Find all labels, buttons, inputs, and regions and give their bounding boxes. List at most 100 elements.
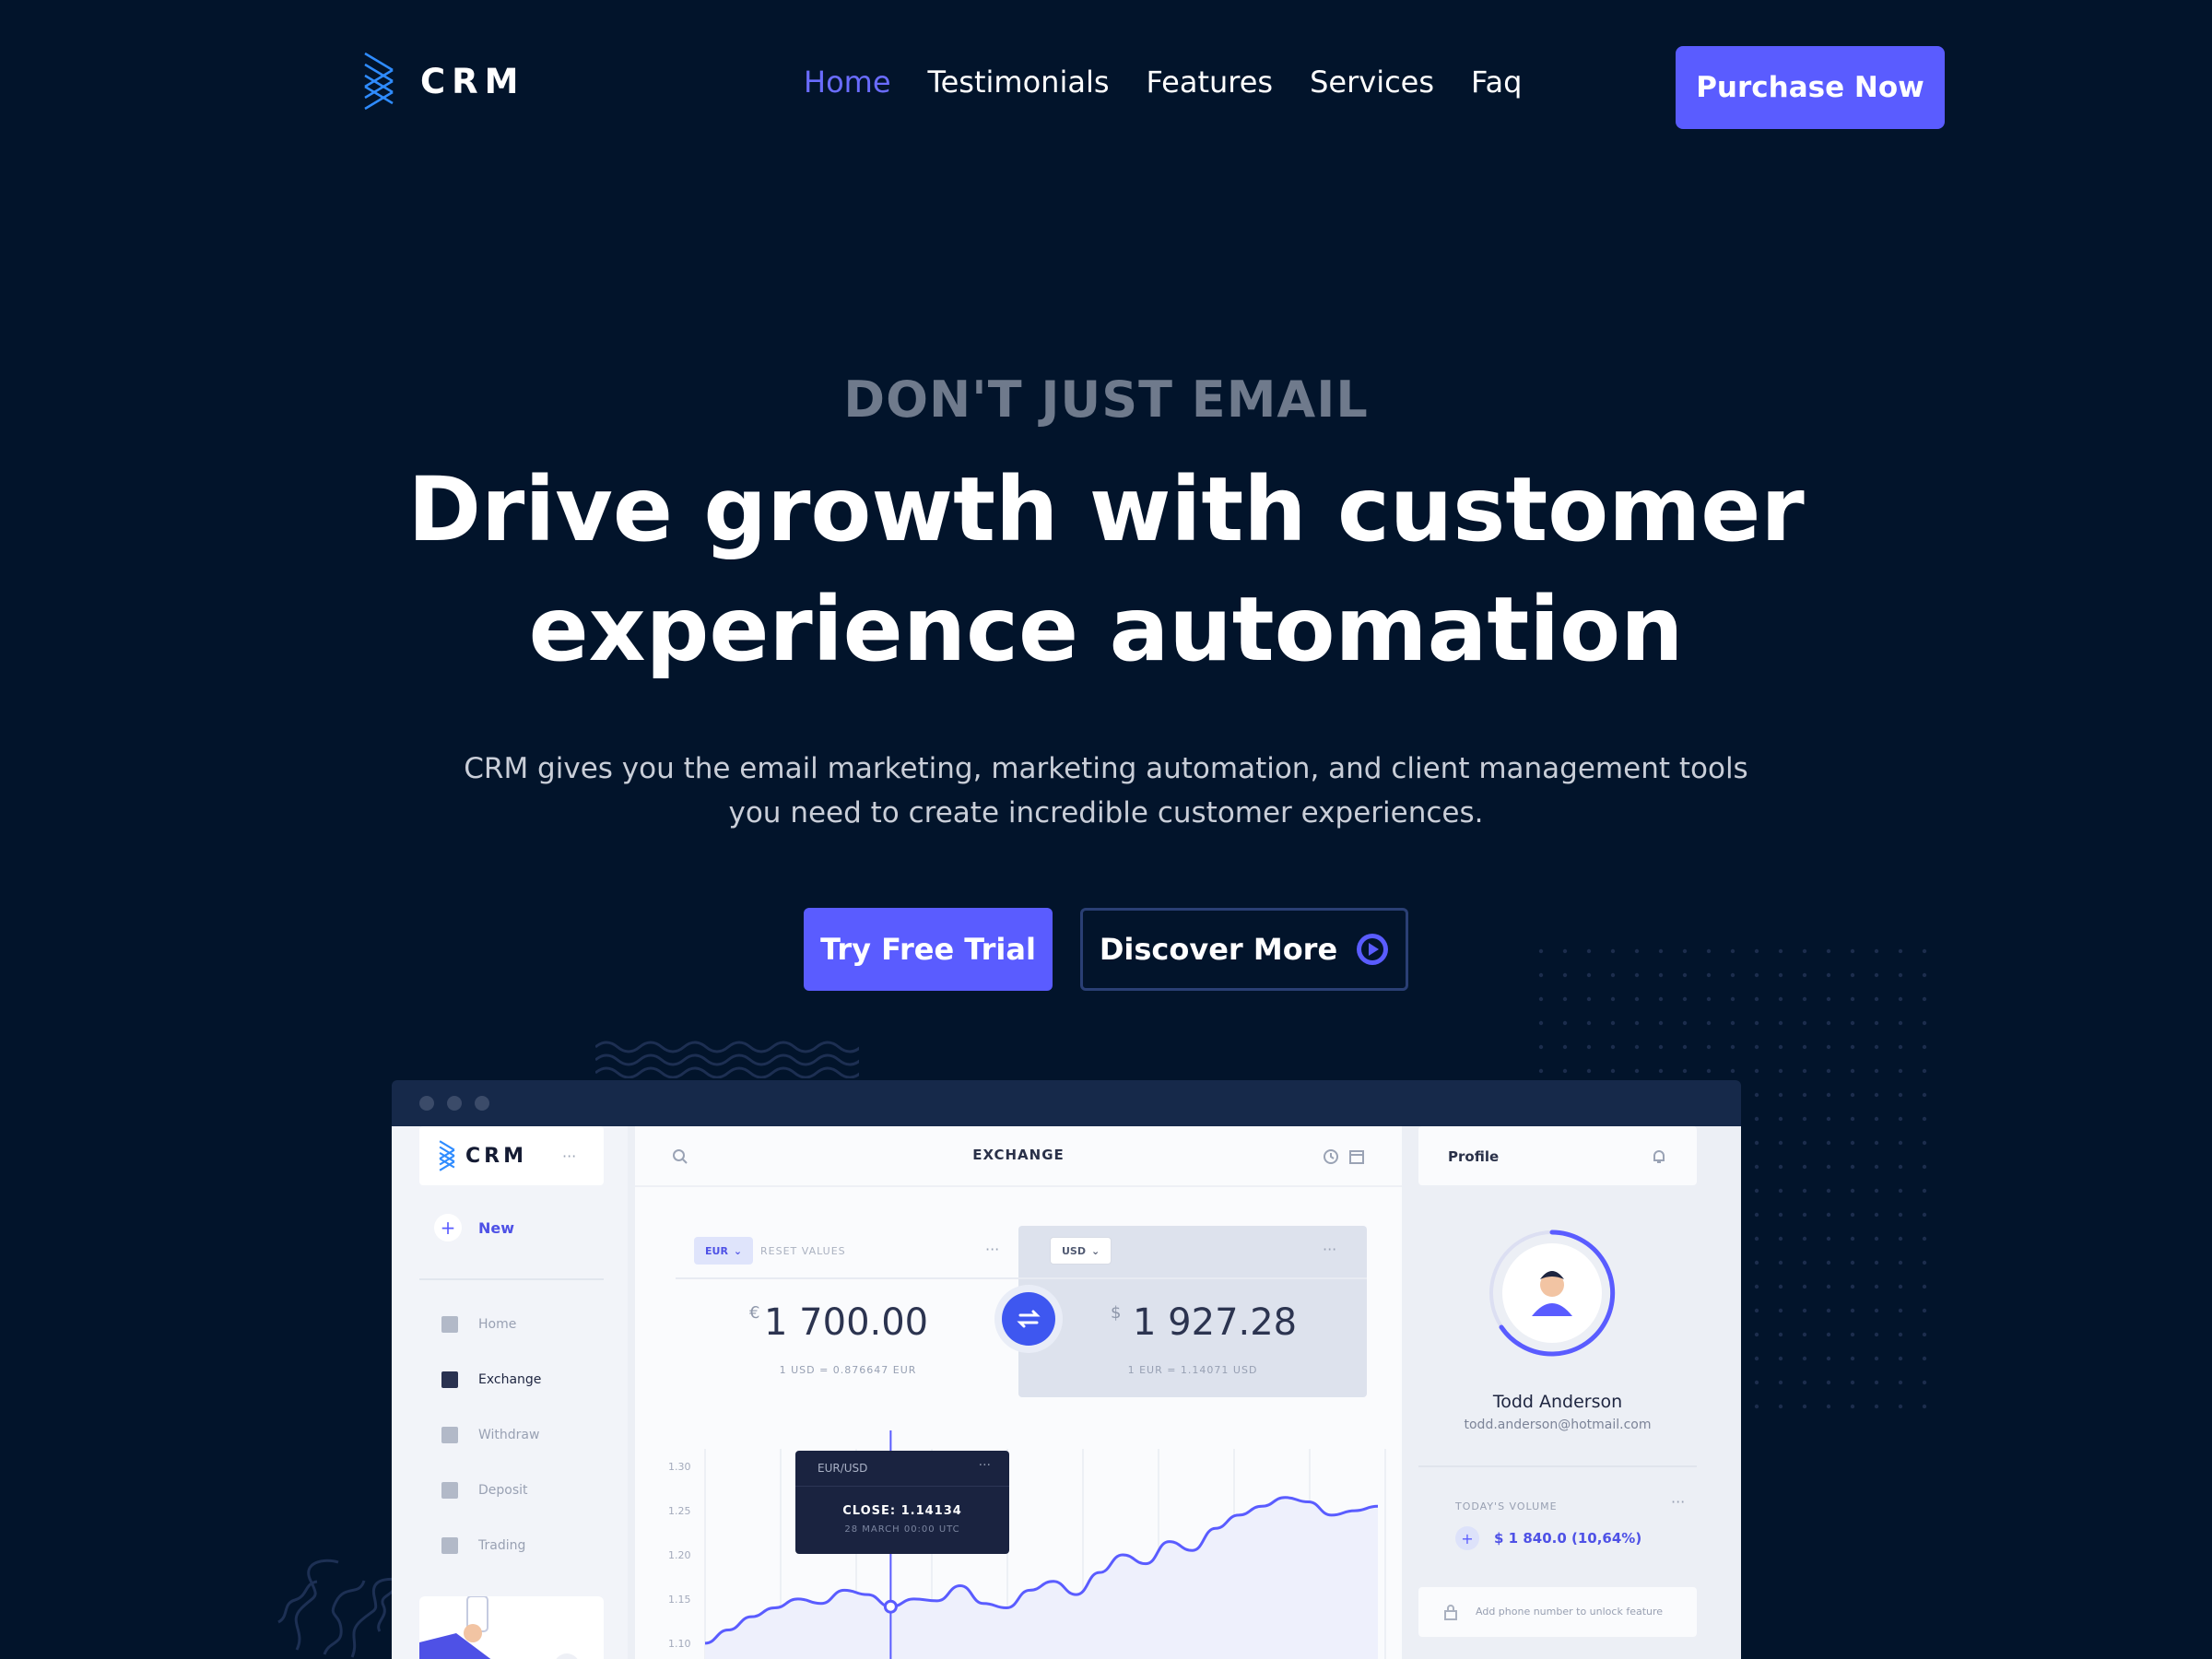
dashboard-brand-name: CRM [465,1144,527,1168]
nav-link-features[interactable]: Features [1147,65,1274,100]
to-amount: 1 927.28 [1133,1301,1298,1344]
tooltip-pair: EUR/USD [818,1462,868,1475]
profile-panel: Profile Todd Anderson todd.anderson@hotm… [1409,1126,1741,1659]
profile-email: todd.anderson@hotmail.com [1464,1418,1652,1432]
window-dot-icon [475,1096,489,1111]
person-with-phone-icon [419,1596,578,1659]
to-currency-code: USD [1062,1244,1086,1257]
sidebar-item-label: Exchange [478,1372,542,1387]
profile-title: Profile [1448,1148,1500,1165]
exchange-panel: EXCHANGE EUR ⌄ RESET VALUES ··· € 1 700.… [635,1126,1402,1659]
withdraw-icon [441,1427,458,1443]
todays-volume-label: TODAY'S VOLUME [1455,1500,1558,1512]
profile-divider [1418,1465,1697,1467]
sidebar-item-trading[interactable]: Trading [441,1537,525,1554]
hero-eyebrow: DON'T JUST EMAIL [843,371,1369,429]
discover-more-label: Discover More [1099,932,1338,967]
lock-icon [1444,1605,1457,1620]
swap-currencies-button[interactable] [1002,1292,1055,1346]
more-icon[interactable]: ··· [562,1147,576,1165]
reset-values-link[interactable]: RESET VALUES [760,1245,846,1257]
to-currency-card: USD ⌄ ··· $ 1 927.28 1 EUR = 1.14071 USD [1018,1226,1367,1397]
sidebar-item-label: Withdraw [478,1428,540,1442]
from-currency-card: EUR ⌄ RESET VALUES ··· € 1 700.00 1 USD … [676,1226,1020,1397]
tooltip-date: 28 MARCH 00:00 UTC [844,1524,960,1535]
profile-name: Todd Anderson [1492,1392,1623,1412]
hero-subtext: CRM gives you the email marketing, marke… [464,752,1748,830]
card-divider [676,1277,1020,1279]
brand-logo[interactable]: CRM [361,52,524,111]
unlock-feature-text: Add phone number to unlock feature [1476,1606,1664,1618]
y-tick-label: 1.10 [668,1638,691,1650]
dashboard-preview: CRM ··· + New Home Exchange Withdraw Dep… [392,1080,1741,1659]
nav-link-services[interactable]: Services [1310,65,1434,100]
y-tick-label: 1.30 [668,1461,691,1473]
wave-decoration [595,1041,859,1078]
nav-link-home[interactable]: Home [804,65,891,100]
sidebar-item-withdraw[interactable]: Withdraw [441,1427,539,1443]
from-rate: 1 USD = 0.876647 EUR [779,1364,917,1376]
home-icon [441,1316,458,1333]
unlock-feature-banner[interactable]: Add phone number to unlock feature [1418,1587,1697,1637]
more-icon[interactable]: ··· [985,1241,999,1258]
hero-headline: Drive growth with customer experience au… [407,458,1805,681]
todays-volume-value: $ 1 840.0 (10,64%) [1494,1530,1642,1547]
chevron-down-icon: ⌄ [1091,1244,1100,1257]
from-currency-code: EUR [705,1244,728,1257]
clock-icon[interactable] [1323,1148,1339,1165]
new-label: New [478,1218,515,1237]
trading-icon [441,1537,458,1554]
window-dot-icon [447,1096,462,1111]
nav-link-faq[interactable]: Faq [1471,65,1522,100]
exchange-title: EXCHANGE [972,1147,1065,1163]
to-rate: 1 EUR = 1.14071 USD [1127,1364,1258,1376]
more-icon[interactable]: ··· [979,1458,991,1473]
play-circle-icon [1357,934,1389,965]
tooltip-divider [795,1486,1009,1487]
swap-icon [1017,1310,1041,1328]
purchase-now-button[interactable]: Purchase Now [1676,46,1945,129]
sidebar-divider [419,1278,604,1280]
top-navigation: CRM Home Testimonials Features Services … [0,0,2212,175]
deposit-icon [441,1482,458,1499]
sidebar-item-deposit[interactable]: Deposit [441,1482,528,1499]
more-icon[interactable]: ··· [1323,1241,1336,1258]
dashboard-logo[interactable]: CRM ··· [419,1126,604,1185]
chart-tooltip: EUR/USD ··· CLOSE: 1.14134 28 MARCH 00:0… [795,1451,1009,1554]
calendar-icon[interactable] [1348,1148,1365,1165]
window-dot-icon [419,1096,434,1111]
window-titlebar [392,1080,1741,1126]
chevron-down-icon: ⌄ [733,1244,743,1257]
new-button[interactable]: + New [434,1214,514,1241]
tooltip-close-value: CLOSE: 1.14134 [842,1504,962,1518]
sidebar-item-label: Trading [478,1538,526,1553]
dashboard-body: CRM ··· + New Home Exchange Withdraw Dep… [392,1126,1741,1659]
more-icon[interactable]: ··· [1671,1493,1685,1511]
y-tick-label: 1.20 [668,1549,691,1561]
nav-link-testimonials[interactable]: Testimonials [928,65,1110,100]
profile-header: Profile [1418,1126,1697,1185]
to-currency-select[interactable]: USD ⌄ [1050,1237,1112,1265]
sidebar-item-label: Home [478,1317,517,1332]
avatar[interactable] [1483,1224,1621,1362]
y-tick-label: 1.15 [668,1594,691,1606]
sidebar-illustration [419,1596,604,1659]
bell-icon[interactable] [1651,1148,1667,1165]
card-divider [1018,1277,1367,1279]
sidebar-item-home[interactable]: Home [441,1316,516,1333]
from-currency-select[interactable]: EUR ⌄ [694,1237,754,1265]
from-amount[interactable]: 1 700.00 [764,1301,928,1344]
exchange-icon [441,1371,458,1388]
from-currency-symbol: € [749,1303,760,1323]
y-tick-label: 1.25 [668,1505,691,1517]
sidebar-item-exchange[interactable]: Exchange [441,1371,541,1388]
plus-icon: + [434,1214,462,1241]
dashboard-sidebar: CRM ··· + New Home Exchange Withdraw Dep… [392,1126,628,1659]
discover-more-button[interactable]: Discover More [1080,908,1408,991]
chart-highlight-point[interactable] [883,1599,898,1614]
try-free-trial-button[interactable]: Try Free Trial [804,908,1053,991]
exchange-rate-chart[interactable]: 1.30 1.25 1.20 1.15 1.10 [668,1430,1387,1659]
plus-icon[interactable]: + [1455,1526,1479,1550]
exchange-header: EXCHANGE [635,1126,1402,1187]
logo-mark-icon [439,1140,455,1171]
